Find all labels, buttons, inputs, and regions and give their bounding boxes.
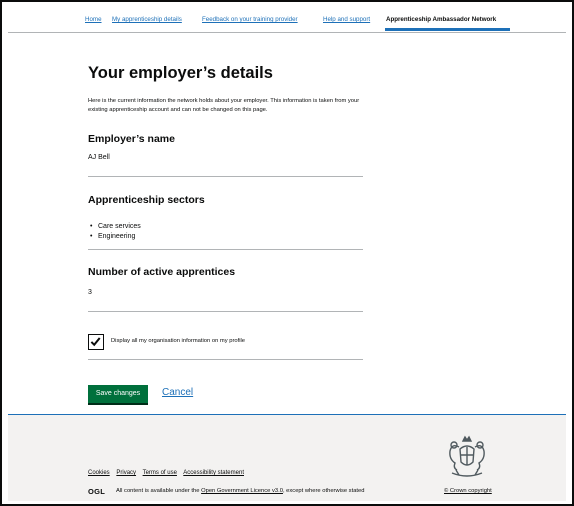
section-divider <box>88 311 363 312</box>
nav-help-and-support-link[interactable]: Help and support <box>323 16 370 23</box>
sectors-list: Care services Engineering <box>88 222 141 242</box>
footer-links: Cookies Privacy Terms of use Accessibili… <box>88 470 249 476</box>
cookies-link[interactable]: Cookies <box>88 470 110 476</box>
section-divider <box>88 359 363 360</box>
page: Home My apprenticeship details Feedback … <box>8 8 566 501</box>
footer: Cookies Privacy Terms of use Accessibili… <box>8 414 566 501</box>
crown-copyright-link[interactable]: © Crown copyright <box>444 488 492 494</box>
sector-item: Engineering <box>88 232 141 242</box>
sector-item: Care services <box>88 222 141 232</box>
ogl-logo: OGL <box>88 487 106 496</box>
nav-my-apprenticeship-details-link[interactable]: My apprenticeship details <box>112 16 182 23</box>
page-title: Your employer’s details <box>88 64 273 82</box>
open-government-licence-link[interactable]: Open Government Licence v3.0 <box>201 488 283 494</box>
checkmark-icon <box>90 337 101 347</box>
top-navigation: Home My apprenticeship details Feedback … <box>8 8 566 33</box>
licence-suffix: , except where otherwise stated <box>282 488 365 494</box>
display-info-checkbox-label[interactable]: Display all my organisation information … <box>111 338 245 344</box>
licence-prefix: All content is available under the <box>116 488 200 494</box>
section-divider <box>88 176 363 177</box>
intro-text: Here is the current information the netw… <box>88 98 360 113</box>
licence-text: All content is available under the Open … <box>116 488 364 494</box>
royal-coat-of-arms-icon <box>449 435 485 477</box>
employer-name-heading: Employer’s name <box>88 133 175 145</box>
nav-feedback-link[interactable]: Feedback on your training provider <box>202 16 298 23</box>
nav-active-indicator <box>385 28 510 31</box>
privacy-link[interactable]: Privacy <box>116 470 136 476</box>
save-changes-button[interactable]: Save changes <box>88 385 148 403</box>
sectors-heading: Apprenticeship sectors <box>88 194 205 206</box>
display-info-checkbox[interactable] <box>88 334 104 350</box>
employer-name-value: AJ Bell <box>88 154 110 161</box>
nav-ambassador-network-link[interactable]: Apprenticeship Ambassador Network <box>386 16 496 23</box>
cancel-link[interactable]: Cancel <box>162 387 193 398</box>
active-apprentices-value: 3 <box>88 289 92 296</box>
terms-of-use-link[interactable]: Terms of use <box>143 470 177 476</box>
section-divider <box>88 249 363 250</box>
nav-home-link[interactable]: Home <box>85 16 102 23</box>
active-apprentices-heading: Number of active apprentices <box>88 266 236 278</box>
accessibility-statement-link[interactable]: Accessibility statement <box>183 470 244 476</box>
